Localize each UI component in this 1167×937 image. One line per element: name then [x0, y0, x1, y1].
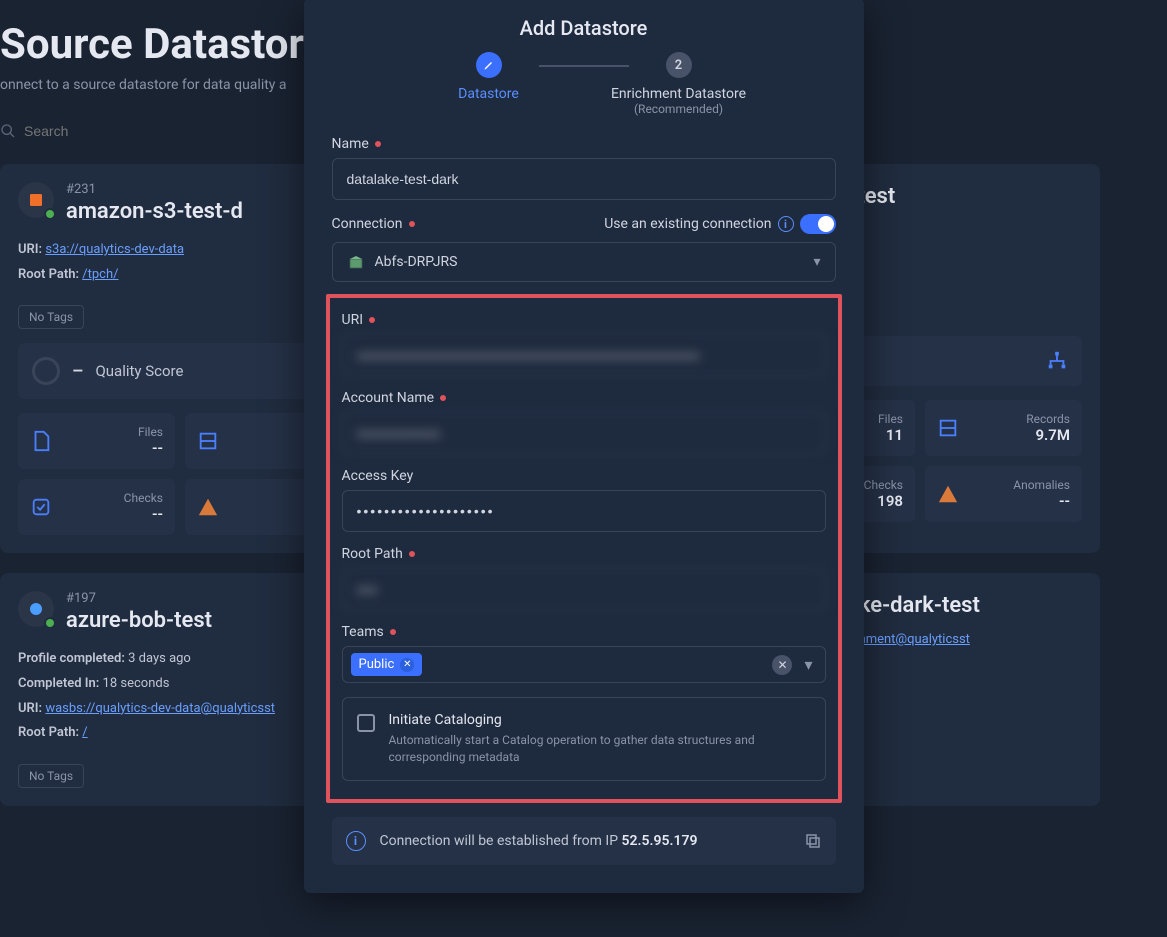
teams-label: Teams: [342, 624, 384, 640]
existing-label: Use an existing connection: [604, 216, 771, 232]
connection-select[interactable]: Abfs-DRPJRS ▾: [332, 242, 836, 282]
chevron-down-icon: ▾: [804, 655, 812, 674]
catalog-title: Initiate Cataloging: [389, 712, 811, 728]
access-label: Access Key: [342, 468, 414, 484]
root-label: Root Path: [342, 546, 403, 562]
stepper: Datastore 2 Enrichment Datastore (Recomm…: [332, 52, 836, 116]
catalog-desc: Automatically start a Catalog operation …: [389, 732, 811, 766]
info-icon[interactable]: i: [778, 216, 794, 232]
account-label: Account Name: [342, 390, 435, 406]
step-enrichment[interactable]: 2 Enrichment Datastore (Recommended): [589, 52, 769, 116]
connection-label: Connection: [332, 216, 403, 232]
ip-info-bar: i Connection will be established from IP…: [332, 817, 836, 865]
add-datastore-modal: Add Datastore Datastore 2 Enrichment Dat…: [304, 0, 864, 893]
uri-input[interactable]: [342, 334, 826, 376]
chevron-down-icon: ▾: [813, 254, 820, 270]
box-icon: [347, 253, 365, 271]
required-dot: [390, 629, 396, 635]
catalog-option[interactable]: Initiate Cataloging Automatically start …: [342, 697, 826, 781]
required-dot: [409, 551, 415, 557]
name-label: Name: [332, 136, 369, 152]
required-dot: [369, 317, 375, 323]
uri-label: URI: [342, 312, 364, 328]
clear-icon[interactable]: ✕: [772, 655, 792, 675]
info-icon: i: [346, 831, 366, 851]
modal-title: Add Datastore: [332, 0, 836, 52]
connection-value: Abfs-DRPJRS: [375, 254, 458, 270]
copy-icon[interactable]: [804, 832, 822, 850]
ip-prefix: Connection will be established from IP: [380, 833, 622, 849]
account-input[interactable]: [342, 412, 826, 454]
pencil-icon: [476, 52, 502, 78]
ip-value: 52.5.95.179: [622, 833, 698, 849]
existing-connection-toggle[interactable]: [800, 214, 836, 234]
teams-select[interactable]: Public ✕ ✕ ▾: [342, 646, 826, 683]
root-path-input[interactable]: [342, 568, 826, 610]
catalog-checkbox[interactable]: [357, 714, 375, 732]
remove-chip-icon[interactable]: ✕: [400, 658, 414, 672]
required-dot: [375, 141, 381, 147]
name-input[interactable]: [332, 158, 836, 200]
required-dot: [440, 395, 446, 401]
step-datastore[interactable]: Datastore: [399, 52, 579, 102]
team-chip: Public ✕: [351, 653, 423, 676]
step-number: 2: [666, 52, 692, 78]
access-key-input[interactable]: [342, 490, 826, 532]
highlighted-zone: URI Account Name Access Key Root Path Te…: [326, 294, 842, 803]
required-dot: [409, 221, 415, 227]
